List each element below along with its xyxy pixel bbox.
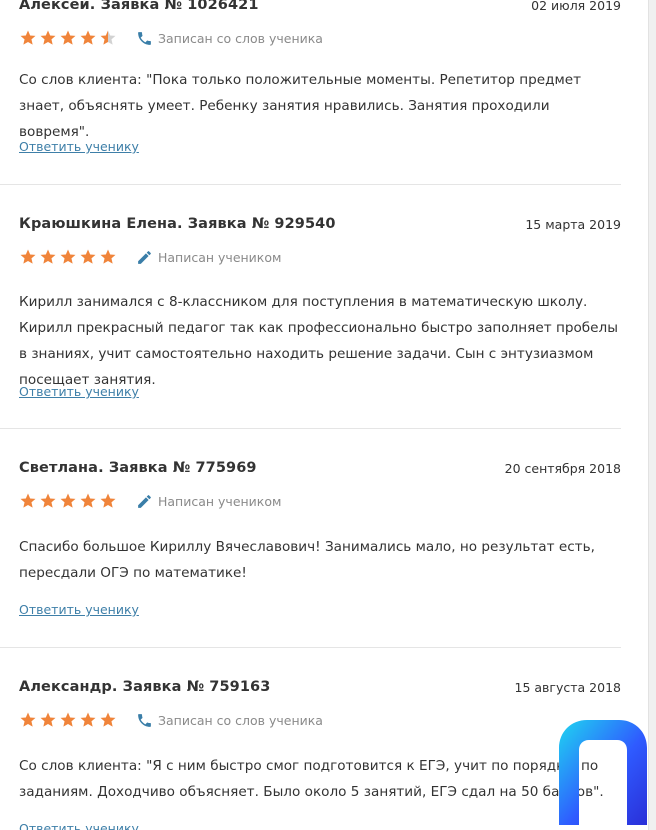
star-icon [20,712,36,727]
star-icon [60,493,76,508]
review-source-label: Записан со слов ученика [158,712,323,728]
review-text: Со слов клиента: "Пока только положитель… [19,72,582,140]
star-icon [60,712,76,727]
review-meta: Написан учеником [19,492,281,510]
scrollbar[interactable] [648,0,656,830]
review-date: 15 августа 2018 [514,680,621,695]
review-date: 15 марта 2019 [525,217,621,232]
rating-stars [19,248,119,266]
reply-link[interactable]: Ответить ученику [19,602,139,617]
phone-icon [138,713,151,727]
review-header: Светлана. Заявка № 775969 [19,460,257,476]
star-icon [100,30,116,45]
review-source: Записан со слов ученика [136,30,323,47]
star-icon [80,249,96,264]
review-meta: Написан учеником [19,248,281,266]
review-header: Алексей. Заявка № 1026421 [19,0,259,13]
review-source: Написан учеником [136,249,281,266]
review-card: Алексей. Заявка № 1026421 02 июля 2019 З… [0,0,621,185]
review-meta: Записан со слов ученика [19,711,323,729]
review-date: 20 сентября 2018 [504,461,621,476]
star-icon [100,249,116,264]
review-source-label: Написан учеником [158,249,282,265]
star-icon [20,30,36,45]
star-icon [40,712,56,727]
review-source: Написан учеником [136,493,281,510]
phone-icon [138,31,151,45]
review-text: Спасибо большое Кириллу Вячеславович! За… [19,539,595,581]
pencil-icon [138,250,151,264]
star-icon [80,712,96,727]
rating-stars [19,711,119,729]
star-icon [40,249,56,264]
reply-link[interactable]: Ответить ученику [19,821,139,830]
review-card: Александр. Заявка № 759163 15 августа 20… [0,679,621,830]
reply-link[interactable]: Ответить ученику [19,139,139,154]
reply-link[interactable]: Ответить ученику [19,384,139,399]
rating-stars [19,492,119,510]
p-logo-badge[interactable] [559,720,647,825]
star-icon [60,249,76,264]
star-icon [80,30,96,45]
review-source: Записан со слов ученика [136,712,323,729]
divider [0,428,621,429]
star-icon [100,493,116,508]
star-icon [80,493,96,508]
review-source-label: Написан учеником [158,493,282,509]
divider [0,184,621,185]
star-icon [40,493,56,508]
divider [0,647,621,648]
review-header: Краюшкина Елена. Заявка № 929540 [19,216,336,232]
review-text: Со слов клиента: "Я с ним быстро смог по… [19,758,604,800]
star-icon [40,30,56,45]
review-date: 02 июля 2019 [531,0,621,13]
review-source-label: Записан со слов ученика [158,30,323,46]
review-text: Кирилл занимался с 8-классником для пост… [19,294,618,388]
review-card: Краюшкина Елена. Заявка № 929540 15 март… [0,216,621,428]
star-icon [20,493,36,508]
rating-stars [19,29,119,47]
star-icon [100,712,116,727]
review-header: Александр. Заявка № 759163 [19,679,271,695]
review-meta: Записан со слов ученика [19,29,323,47]
review-card: Светлана. Заявка № 775969 20 сентября 20… [0,460,621,647]
star-icon [60,30,76,45]
reviews-page: Алексей. Заявка № 1026421 02 июля 2019 З… [0,0,656,830]
pencil-icon [138,494,151,508]
star-icon [20,249,36,264]
